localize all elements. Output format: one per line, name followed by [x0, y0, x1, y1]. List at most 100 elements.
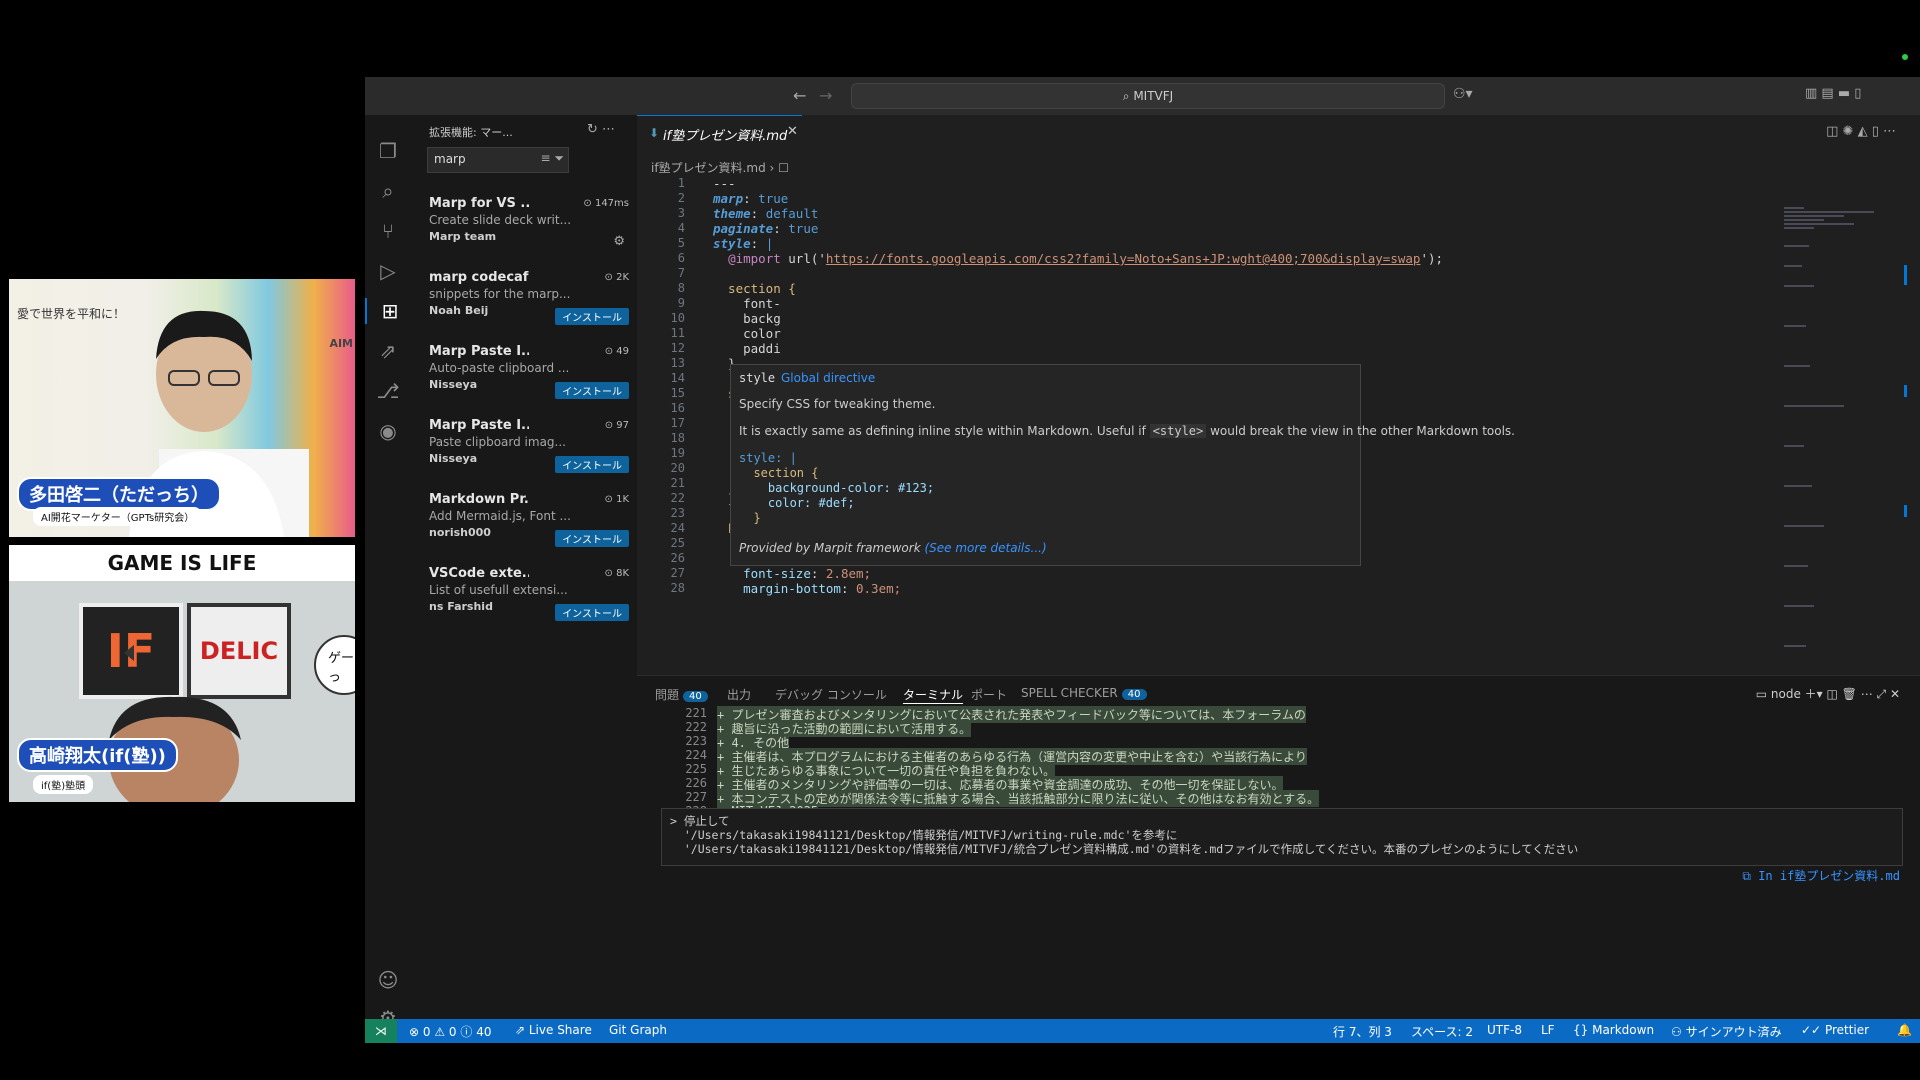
panel-tab-label: ターミナル	[903, 688, 964, 702]
back-arrow-icon[interactable]: ←	[793, 86, 806, 105]
explorer-icon[interactable]: ❐	[375, 138, 401, 164]
git-graph-status[interactable]: Git Graph	[609, 1023, 667, 1037]
example-line: style: |	[739, 451, 797, 465]
panel-tab-label: ポート	[971, 688, 1008, 702]
install-button[interactable]: インストール	[555, 604, 629, 621]
extension-count: ⊙ 8K	[604, 568, 629, 579]
panel-tab[interactable]: デバッグ コンソール	[775, 686, 887, 703]
line-number: 23	[670, 506, 685, 520]
extension-description: List of usefull extensi...	[429, 583, 568, 597]
extension-item[interactable]: Marp for VS ... ⊙ 147ms Create slide deck …	[429, 196, 629, 249]
line-number: 18	[670, 431, 685, 445]
title-bar: ← → ⌕ MITVFJ ⚇▾ ▥ ▤ ▬ ▯	[365, 77, 1920, 115]
git-graph-icon[interactable]: ⎇	[375, 378, 401, 404]
github-icon[interactable]: ◉	[375, 418, 401, 444]
panel-tab[interactable]: ポート	[971, 686, 1007, 703]
problems-status[interactable]: ⊗ 0 ⚠ 0 ⓘ 40	[409, 1023, 491, 1040]
breadcrumb[interactable]: if塾プレゼン資料.md › ☐	[651, 159, 789, 176]
extensions-icon[interactable]: ⊞	[365, 298, 413, 324]
info-count: 40	[476, 1025, 492, 1039]
code-line: marp: true	[713, 191, 789, 206]
copilot-icon[interactable]: ⚇▾	[1453, 86, 1473, 102]
live-share-icon[interactable]: ⇗	[375, 338, 401, 364]
code-line: font-	[713, 296, 781, 311]
manage-gear-icon[interactable]: ⚙	[613, 234, 625, 249]
extension-title: VSCode exte...	[429, 566, 529, 581]
terminal-actions[interactable]: ▭ node ＋▾ ◫ 🗑 ⋯ ⤢ ✕	[1756, 685, 1900, 702]
extension-title: Marp Paste I...	[429, 344, 529, 359]
line-number: 28	[670, 581, 685, 595]
forward-arrow-icon[interactable]: →	[819, 86, 832, 105]
language-mode[interactable]: {} Markdown	[1573, 1023, 1654, 1037]
extension-description: Create slide deck writ...	[429, 213, 572, 227]
activity-bar: ❐ ⌕ ⑂ ▷ ⊞ ⇗ ⎇ ◉ ☺ ⚙	[365, 115, 413, 1030]
tab-active-file[interactable]: ⬇ if塾プレゼン資料.md ✕	[637, 115, 802, 152]
panel-tab[interactable]: 問題 40	[655, 686, 708, 703]
signin-label: サインアウト済み	[1685, 1025, 1782, 1039]
install-button[interactable]: インストール	[555, 382, 629, 399]
hover-footer-text: Provided by Marpit framework	[739, 541, 921, 555]
extension-item[interactable]: Marp Paste I... ⊙ 97 Paste clipboard imag.…	[429, 418, 629, 473]
code-line: ---	[713, 176, 736, 191]
cursor-position[interactable]: 行 7、列 3	[1333, 1023, 1392, 1040]
panel-tab-label: デバッグ コンソール	[775, 688, 887, 702]
live-share-label: Live Share	[528, 1023, 592, 1037]
extension-item[interactable]: Marp Paste I... ⊙ 49 Auto-paste clipboard …	[429, 344, 629, 399]
close-tab-icon[interactable]: ✕	[787, 124, 798, 139]
bottom-panel: 問題 40 出力 デバッグ コンソール ターミナル ポート SPELL CHECKER 40 …	[637, 675, 1920, 1020]
source-control-icon[interactable]: ⑂	[375, 218, 401, 244]
search-icon[interactable]: ⌕	[375, 178, 401, 204]
hover-detail: It is exactly same as defining inline st…	[739, 424, 1515, 438]
run-debug-icon[interactable]: ▷	[375, 258, 401, 284]
install-button[interactable]: インストール	[555, 530, 629, 547]
breadcrumb-chevron-icon: ›	[769, 161, 775, 175]
line-number: 15	[670, 386, 685, 400]
speaker-1-name: 多田啓二（ただっち）	[17, 477, 221, 511]
code-line: section {	[713, 281, 796, 296]
file-reference-link[interactable]: ⧉ In if塾プレゼン資料.md	[1742, 867, 1900, 884]
panel-tab[interactable]: ターミナル	[903, 686, 964, 704]
tab-label: if塾プレゼン資料.md	[663, 129, 788, 144]
speaker-1-title: AI開花マーケター（GPTs研究会）	[33, 507, 203, 526]
prettier-status[interactable]: ✓✓ Prettier	[1801, 1023, 1869, 1037]
eol[interactable]: LF	[1541, 1023, 1555, 1037]
line-number: 9	[677, 296, 685, 310]
live-share-status[interactable]: ⇗ Live Share	[515, 1023, 592, 1037]
extension-description: Paste clipboard imag...	[429, 435, 566, 449]
install-button[interactable]: インストール	[555, 308, 629, 325]
editor-actions-icons[interactable]: ◫ ✺ ◭ ▯ ⋯	[1826, 124, 1896, 139]
command-center-label: MITVFJ	[1133, 89, 1174, 103]
extension-item[interactable]: Markdown Pr... ⊙ 1K Add Mermaid.js, Font .…	[429, 492, 629, 547]
accounts-icon[interactable]: ☺	[375, 967, 401, 993]
hover-description: Specify CSS for tweaking theme.	[739, 397, 936, 411]
extension-description: Add Mermaid.js, Font ...	[429, 509, 571, 523]
terminal-line-number: 226	[685, 776, 707, 790]
chat-input-box[interactable]: > 停止して '/Users/takasaki19841121/Desktop/…	[661, 808, 1903, 866]
minimap[interactable]	[1780, 205, 1910, 665]
prettier-label: Prettier	[1824, 1023, 1870, 1037]
account-status[interactable]: ⚇ サインアウト済み	[1671, 1023, 1782, 1040]
vscode-window: ← → ⌕ MITVFJ ⚇▾ ▥ ▤ ▬ ▯ ❐ ⌕ ⑂ ▷ ⊞ ⇗ ⎇ ◉ …	[365, 38, 1920, 1043]
filter-icon[interactable]: ≡ ⏷	[541, 151, 564, 166]
layout-icons[interactable]: ▥ ▤ ▬ ▯	[1805, 86, 1861, 101]
extension-search-input[interactable]: marp ≡ ⏷	[427, 147, 569, 173]
install-button[interactable]: インストール	[555, 456, 629, 473]
encoding[interactable]: UTF-8	[1487, 1023, 1522, 1037]
refresh-icon[interactable]: ↻ ⋯	[587, 122, 615, 137]
panel-tab[interactable]: SPELL CHECKER 40	[1021, 686, 1147, 700]
panel-tab[interactable]: 出力	[727, 686, 751, 703]
extension-item[interactable]: marp codecaf... ⊙ 2K snippets for the marp…	[429, 270, 629, 325]
example-line: color: #def;	[739, 496, 855, 510]
line-number: 6	[677, 251, 685, 265]
panel-tab-label: 出力	[727, 688, 752, 702]
remote-icon[interactable]: ⋊	[365, 1019, 397, 1043]
command-center-search[interactable]: ⌕ MITVFJ	[851, 83, 1445, 109]
line-number: 11	[670, 326, 685, 340]
indentation[interactable]: スペース: 2	[1411, 1023, 1473, 1040]
see-more-link[interactable]: (See more details...)	[924, 541, 1046, 555]
extension-count-value: 97	[616, 420, 629, 431]
extension-item[interactable]: VSCode exte... ⊙ 8K List of usefull extens…	[429, 566, 629, 621]
example-line: section {	[739, 466, 819, 480]
code-line: font-size: 2.8em;	[743, 566, 872, 581]
notifications-bell-icon[interactable]: 🔔	[1897, 1023, 1912, 1037]
